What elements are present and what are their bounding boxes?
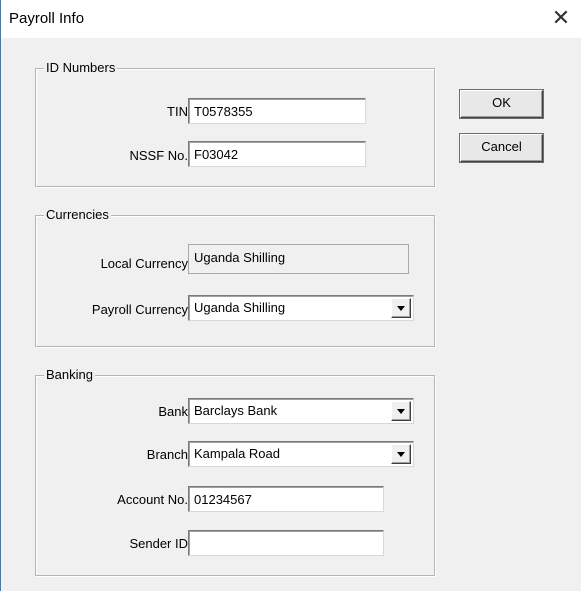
ok-button[interactable]: OK bbox=[460, 90, 543, 118]
account-no-input[interactable] bbox=[188, 486, 384, 512]
id-numbers-group: ID Numbers TIN NSSF No. bbox=[35, 60, 435, 187]
bank-select[interactable]: Barclays Bank bbox=[188, 398, 414, 424]
chevron-down-icon[interactable] bbox=[391, 401, 411, 421]
currencies-group: Currencies Local Currency Uganda Shillin… bbox=[35, 207, 435, 347]
branch-label: Branch bbox=[146, 447, 188, 462]
sender-id-label: Sender ID bbox=[129, 536, 188, 551]
payroll-currency-value: Uganda Shilling bbox=[194, 300, 286, 315]
nssf-input[interactable] bbox=[188, 141, 366, 167]
cancel-button[interactable]: Cancel bbox=[460, 134, 543, 162]
bank-label: Bank bbox=[158, 404, 188, 419]
payroll-currency-label: Payroll Currency bbox=[91, 302, 188, 317]
sender-id-input[interactable] bbox=[188, 530, 384, 556]
local-currency-field: Uganda Shilling bbox=[188, 244, 409, 274]
account-no-label: Account No. bbox=[117, 492, 188, 507]
tin-label: TIN bbox=[167, 104, 188, 119]
title-bar[interactable]: Payroll Info ✕ bbox=[1, 0, 581, 38]
currencies-legend: Currencies bbox=[44, 207, 111, 223]
tin-input[interactable] bbox=[188, 98, 366, 124]
payroll-info-dialog: Payroll Info ✕ ID Numbers TIN NSSF No. C… bbox=[0, 0, 581, 591]
id-numbers-legend: ID Numbers bbox=[44, 60, 118, 76]
payroll-currency-select[interactable]: Uganda Shilling bbox=[188, 295, 414, 321]
local-currency-label: Local Currency bbox=[100, 256, 188, 271]
dialog-body: ID Numbers TIN NSSF No. Currencies Local… bbox=[1, 38, 581, 591]
dialog-title: Payroll Info bbox=[9, 10, 85, 27]
branch-select[interactable]: Kampala Road bbox=[188, 441, 414, 467]
chevron-down-icon[interactable] bbox=[391, 444, 411, 464]
branch-value: Kampala Road bbox=[194, 446, 280, 461]
nssf-label: NSSF No. bbox=[129, 148, 188, 163]
banking-legend: Banking bbox=[44, 367, 95, 383]
banking-group: Banking Bank Barclays Bank Branch Kampal… bbox=[35, 367, 435, 576]
chevron-down-icon[interactable] bbox=[391, 298, 411, 318]
bank-value: Barclays Bank bbox=[194, 403, 278, 418]
close-icon[interactable]: ✕ bbox=[543, 0, 579, 36]
